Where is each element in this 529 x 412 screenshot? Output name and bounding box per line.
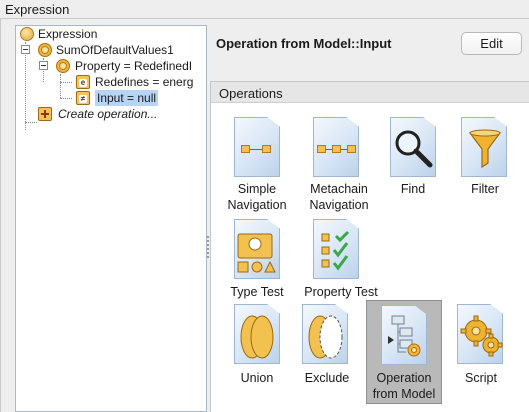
group-border-left	[0, 18, 1, 412]
type-test-icon	[237, 233, 276, 273]
tree-item-label: Input = null	[95, 90, 159, 106]
expression-tree[interactable]: Expression SumOfDefaultValues1 Property …	[15, 25, 207, 412]
operation-label: Exclude	[304, 371, 350, 385]
tree-connector	[25, 122, 37, 123]
edit-button[interactable]: Edit	[461, 32, 522, 55]
operation-label: Property Test	[304, 285, 378, 299]
create-plus-icon	[38, 107, 52, 121]
collapse-toggle-icon[interactable]	[39, 61, 48, 70]
operations-title: Operations	[219, 86, 283, 101]
operation-label: Type Test	[230, 285, 284, 299]
script-gears-icon	[460, 315, 503, 357]
tree-connector	[25, 42, 26, 130]
exclude-icon	[308, 315, 343, 359]
operation-filter[interactable]: Filter	[454, 113, 516, 213]
operation-label: Filter	[471, 182, 499, 196]
operation-from-model-icon	[388, 315, 421, 357]
tree-item-label: Expression	[38, 27, 98, 41]
operation-label: Script	[465, 371, 497, 385]
operation-label: Union	[240, 371, 274, 385]
parameter-box-icon: e	[76, 75, 90, 89]
operation-property-test[interactable]: Property Test	[296, 216, 386, 301]
tree-connector	[60, 98, 72, 99]
operation-find[interactable]: Find	[382, 113, 444, 213]
operation-operation-from-model[interactable]: Operation from Model	[364, 300, 444, 404]
tree-item-label: Redefines = energ	[95, 75, 194, 89]
operation-type-test[interactable]: Type Test	[222, 216, 292, 301]
panel-title: Operation from Model::Input	[216, 36, 392, 51]
operation-label: Metachain	[310, 182, 368, 196]
tree-item-label: Property = RedefinedI	[75, 59, 193, 73]
group-border-top	[0, 18, 529, 19]
tree-item-label: Create operation...	[58, 107, 158, 121]
operation-label: Operation	[376, 371, 432, 385]
expression-icon	[20, 27, 34, 41]
collapse-toggle-icon[interactable]	[21, 45, 30, 54]
operation-label: Find	[400, 182, 426, 196]
property-sun-icon	[56, 59, 70, 73]
operation-label: from Model	[372, 387, 436, 401]
metachain-navigation-icon	[317, 143, 357, 155]
tree-connector	[60, 82, 72, 83]
tree-item-label: SumOfDefaultValues1	[56, 43, 174, 57]
operation-script[interactable]: Script	[450, 301, 512, 391]
simple-navigation-icon	[241, 143, 275, 155]
operation-label: Simple	[237, 182, 277, 196]
union-icon	[240, 315, 274, 359]
property-test-icon	[321, 230, 350, 271]
operation-metachain-navigation[interactable]: Metachain Navigation	[300, 113, 378, 213]
operation-simple-navigation[interactable]: Simple Navigation	[222, 113, 292, 213]
operation-sun-icon	[38, 43, 52, 57]
filter-funnel-icon	[468, 129, 502, 169]
group-title: Expression	[5, 2, 70, 17]
find-magnifier-icon	[395, 130, 433, 168]
input-box-icon: ≠	[76, 91, 90, 105]
operation-label: Navigation	[309, 198, 369, 212]
operation-exclude[interactable]: Exclude	[296, 301, 358, 391]
tree-connector	[60, 74, 61, 98]
operation-label: Navigation	[227, 198, 287, 212]
operation-union[interactable]: Union	[222, 301, 292, 391]
